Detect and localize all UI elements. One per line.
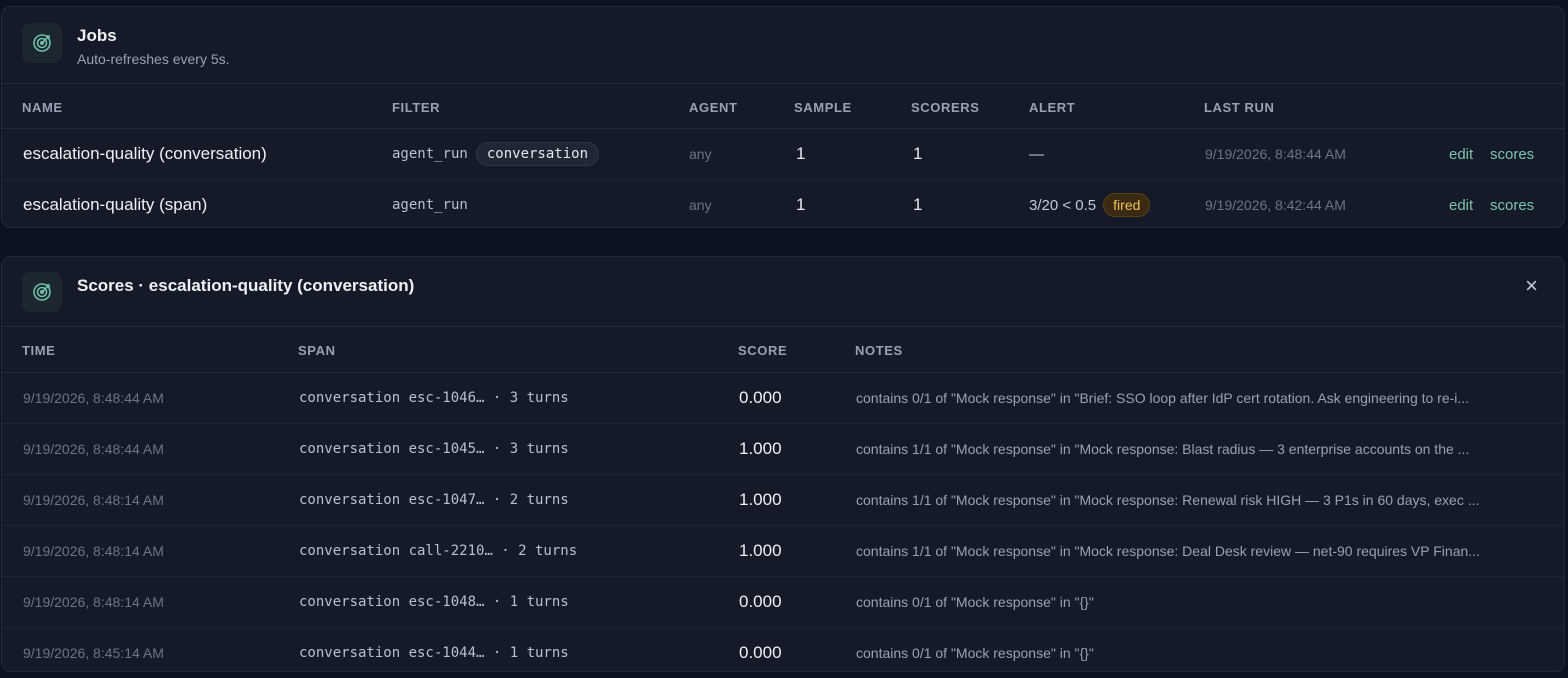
col-name: NAME bbox=[22, 100, 63, 115]
table-row: 9/19/2026, 8:48:14 AM conversation call-… bbox=[2, 526, 1564, 577]
job-scorers: 1 bbox=[913, 195, 923, 214]
col-last-run: LAST RUN bbox=[1204, 100, 1275, 115]
filter-tag: conversation bbox=[475, 142, 600, 166]
scores-link[interactable]: scores bbox=[1490, 180, 1534, 227]
col-scorers: SCORERS bbox=[911, 100, 980, 115]
target-icon bbox=[22, 23, 62, 63]
col-span: SPAN bbox=[298, 343, 336, 358]
score-notes: contains 1/1 of "Mock response" in "Mock… bbox=[856, 543, 1480, 559]
job-last-run: 9/19/2026, 8:42:44 AM bbox=[1205, 197, 1346, 213]
score-value: 0.000 bbox=[739, 643, 782, 662]
edit-link[interactable]: edit bbox=[1449, 129, 1473, 179]
job-sample: 1 bbox=[796, 195, 806, 214]
table-row: 9/19/2026, 8:45:14 AM conversation esc-1… bbox=[2, 628, 1564, 671]
job-name: escalation-quality (conversation) bbox=[23, 144, 267, 163]
scores-panel: Scores · escalation-quality (conversatio… bbox=[1, 256, 1565, 672]
edit-link[interactable]: edit bbox=[1449, 180, 1473, 227]
col-filter: FILTER bbox=[392, 100, 441, 115]
col-score: SCORE bbox=[738, 343, 788, 358]
jobs-header: Jobs Auto-refreshes every 5s. bbox=[2, 7, 1564, 84]
filter-type: agent_run bbox=[392, 197, 468, 213]
jobs-title: Jobs bbox=[77, 26, 117, 45]
job-filter: agent_run conversation bbox=[392, 129, 600, 179]
alert-condition: 3/20 < 0.5 bbox=[1029, 196, 1097, 214]
job-filter: agent_run bbox=[392, 180, 468, 227]
score-span: conversation call-2210… · 2 turns bbox=[299, 543, 578, 559]
score-value: 1.000 bbox=[739, 541, 782, 560]
target-icon bbox=[22, 272, 62, 312]
table-row: 9/19/2026, 8:48:14 AM conversation esc-1… bbox=[2, 577, 1564, 628]
score-time: 9/19/2026, 8:48:14 AM bbox=[23, 543, 164, 559]
score-value: 0.000 bbox=[739, 388, 782, 407]
score-span: conversation esc-1045… · 3 turns bbox=[299, 441, 569, 457]
score-span: conversation esc-1047… · 2 turns bbox=[299, 492, 569, 508]
job-alert: — bbox=[1029, 145, 1044, 163]
scores-table-header: TIME SPAN SCORE NOTES bbox=[2, 327, 1564, 373]
job-name: escalation-quality (span) bbox=[23, 195, 208, 214]
fired-badge: fired bbox=[1103, 193, 1151, 217]
score-span: conversation esc-1048… · 1 turns bbox=[299, 594, 569, 610]
score-time: 9/19/2026, 8:45:14 AM bbox=[23, 645, 164, 661]
score-notes: contains 0/1 of "Mock response" in "{}" bbox=[856, 645, 1094, 661]
score-time: 9/19/2026, 8:48:44 AM bbox=[23, 441, 164, 457]
scores-link[interactable]: scores bbox=[1490, 129, 1534, 179]
table-row: 9/19/2026, 8:48:14 AM conversation esc-1… bbox=[2, 475, 1564, 526]
score-time: 9/19/2026, 8:48:14 AM bbox=[23, 594, 164, 610]
col-alert: ALERT bbox=[1029, 100, 1076, 115]
job-scorers: 1 bbox=[913, 144, 923, 163]
col-notes: NOTES bbox=[855, 343, 903, 358]
table-row: 9/19/2026, 8:48:44 AM conversation esc-1… bbox=[2, 373, 1564, 424]
job-agent: any bbox=[689, 197, 712, 213]
score-time: 9/19/2026, 8:48:14 AM bbox=[23, 492, 164, 508]
score-time: 9/19/2026, 8:48:44 AM bbox=[23, 390, 164, 406]
score-span: conversation esc-1044… · 1 turns bbox=[299, 645, 569, 661]
jobs-table-body: escalation-quality (conversation) agent_… bbox=[2, 129, 1564, 227]
col-time: TIME bbox=[22, 343, 56, 358]
scores-title: Scores · escalation-quality (conversatio… bbox=[77, 276, 415, 295]
jobs-table-header: NAME FILTER AGENT SAMPLE SCORERS ALERT L… bbox=[2, 84, 1564, 129]
table-row: escalation-quality (conversation) agent_… bbox=[2, 129, 1564, 180]
job-sample: 1 bbox=[796, 144, 806, 163]
filter-type: agent_run bbox=[392, 146, 468, 162]
job-agent: any bbox=[689, 146, 712, 162]
table-row: escalation-quality (span) agent_run any … bbox=[2, 180, 1564, 227]
col-agent: AGENT bbox=[689, 100, 738, 115]
score-notes: contains 0/1 of "Mock response" in "{}" bbox=[856, 594, 1094, 610]
score-notes: contains 0/1 of "Mock response" in "Brie… bbox=[856, 390, 1470, 406]
score-notes: contains 1/1 of "Mock response" in "Mock… bbox=[856, 441, 1470, 457]
table-row: 9/19/2026, 8:48:44 AM conversation esc-1… bbox=[2, 424, 1564, 475]
score-value: 0.000 bbox=[739, 592, 782, 611]
col-sample: SAMPLE bbox=[794, 100, 852, 115]
jobs-subtitle: Auto-refreshes every 5s. bbox=[77, 51, 230, 67]
scores-table-body: 9/19/2026, 8:48:44 AM conversation esc-1… bbox=[2, 373, 1564, 671]
score-value: 1.000 bbox=[739, 439, 782, 458]
scores-header: Scores · escalation-quality (conversatio… bbox=[2, 257, 1564, 327]
jobs-panel: Jobs Auto-refreshes every 5s. NAME FILTE… bbox=[1, 6, 1565, 228]
score-span: conversation esc-1046… · 3 turns bbox=[299, 390, 569, 406]
job-alert: 3/20 < 0.5 fired bbox=[1029, 180, 1151, 227]
score-notes: contains 1/1 of "Mock response" in "Mock… bbox=[856, 492, 1480, 508]
score-value: 1.000 bbox=[739, 490, 782, 509]
job-last-run: 9/19/2026, 8:48:44 AM bbox=[1205, 146, 1346, 162]
close-icon[interactable]: × bbox=[1525, 275, 1538, 297]
